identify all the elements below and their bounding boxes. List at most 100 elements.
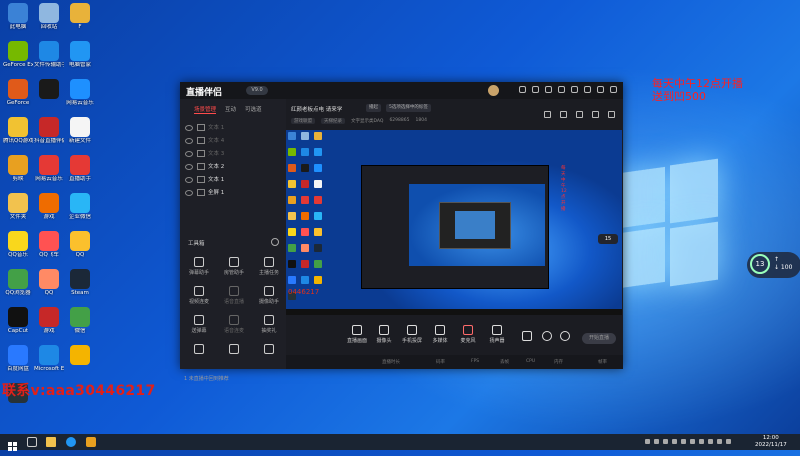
tab-interaction[interactable]: 互动 <box>225 105 236 114</box>
tool-item[interactable] <box>254 344 284 356</box>
btn-media[interactable]: 多媒体 <box>425 325 455 344</box>
btn-screen[interactable]: 直播画面 <box>342 325 372 344</box>
room-title[interactable]: 红颜老板点电 请来学 <box>291 105 342 113</box>
desktop-icon[interactable]: 直播助手 <box>65 155 95 183</box>
scene-item[interactable]: 文本 2 <box>185 162 281 173</box>
eye-icon[interactable] <box>185 189 193 196</box>
tray-icon[interactable] <box>672 439 677 444</box>
tray-icon[interactable] <box>708 439 713 444</box>
room-chip-1[interactable]: 播起 <box>366 104 381 112</box>
tab-scenes[interactable]: 场景管理 <box>194 105 217 114</box>
btn-camera[interactable]: 摄像头 <box>369 325 399 344</box>
btn-record[interactable] <box>522 331 532 341</box>
desktop-icon[interactable]: GeForce <box>3 79 33 107</box>
btn-mic[interactable]: 麦克风 <box>453 325 483 344</box>
settings-icon[interactable] <box>592 111 599 118</box>
tool-item[interactable]: 视频连麦 <box>184 286 214 305</box>
btn-stats[interactable] <box>542 331 552 341</box>
desktop-icon[interactable]: 游戏 <box>34 193 64 221</box>
btn-phone[interactable]: 手机投屏 <box>397 325 427 344</box>
desktop-icon[interactable] <box>65 345 95 366</box>
desktop-icon[interactable]: 此电脑 <box>3 3 33 31</box>
scene-item[interactable]: 全屏 1 <box>185 188 281 199</box>
tool-item[interactable]: 摄像助手 <box>254 286 284 305</box>
desktop-icon[interactable]: 电脑管家 <box>65 41 95 69</box>
tool-item[interactable] <box>219 344 249 356</box>
desktop-icon[interactable]: Microsoft Edge <box>34 345 64 373</box>
meta-rank[interactable]: 天梯纪录 <box>321 118 345 124</box>
tool-item[interactable]: 主播任务 <box>254 257 284 276</box>
desktop-icon[interactable]: QQ音乐 <box>3 231 33 259</box>
menu-icon[interactable] <box>571 86 578 93</box>
gift-icon[interactable] <box>545 86 552 93</box>
tray-icon[interactable] <box>645 439 650 444</box>
desktop-icon[interactable]: 文件夹 <box>3 193 33 221</box>
edge-icon[interactable] <box>66 437 76 447</box>
tray-icon[interactable] <box>654 439 659 444</box>
desktop-icon[interactable]: 百度网盘 <box>3 345 33 373</box>
tool-item[interactable]: 语音直播 <box>219 286 249 305</box>
maximize-icon[interactable] <box>597 86 604 93</box>
scene-item[interactable]: 文本 3 <box>185 149 281 160</box>
tab-options[interactable]: 可选道 <box>245 105 262 114</box>
tray-icon[interactable] <box>690 439 695 444</box>
live-app-taskbar-icon[interactable] <box>86 437 96 447</box>
desktop-icon[interactable]: 抖音直播伴侣 <box>34 117 64 145</box>
desktop-icon[interactable]: 微信 <box>65 307 95 335</box>
desktop-icon[interactable]: 企业微信 <box>65 193 95 221</box>
eye-icon[interactable] <box>185 137 193 144</box>
tool-item[interactable] <box>184 344 214 356</box>
bottom-note[interactable]: 1 未直播中回到推荐 <box>184 375 229 382</box>
tool-item[interactable]: 房管助手 <box>219 257 249 276</box>
file-explorer-icon[interactable] <box>46 437 56 447</box>
stream-preview[interactable]: 每天中午12点开播 0446217 15 <box>286 130 622 315</box>
tray-icon[interactable] <box>681 439 686 444</box>
desktop-icon[interactable]: GeForce Experience <box>3 41 33 69</box>
desktop-icon[interactable]: 腾讯QQ游戏 <box>3 117 33 145</box>
btn-speaker[interactable]: 扬声器 <box>482 325 512 344</box>
desktop-icon[interactable]: 网易云音乐 <box>65 79 95 107</box>
desktop-icon[interactable]: QQ飞车 <box>34 231 64 259</box>
desktop-icon[interactable]: 新建文件 <box>65 117 95 145</box>
taskbar-clock[interactable]: 12:00 2022/11/17 <box>755 435 787 449</box>
btn-settings[interactable] <box>560 331 570 341</box>
scene-item[interactable]: 文本 1 <box>185 175 281 186</box>
desktop-icon[interactable]: QQ浏览器 <box>3 269 33 297</box>
tool-item[interactable]: 抽奖礼 <box>254 315 284 334</box>
tool-item[interactable]: 送弹幕 <box>184 315 214 334</box>
eye-icon[interactable] <box>185 163 193 170</box>
start-button[interactable] <box>8 437 18 451</box>
layout-icon[interactable] <box>576 111 583 118</box>
clear-icon[interactable] <box>544 111 551 118</box>
settings-icon[interactable] <box>558 86 565 93</box>
user-avatar[interactable] <box>488 85 499 96</box>
desktop-icon[interactable]: 文件传输助手 <box>34 41 64 69</box>
tool-item[interactable]: 语音连麦 <box>219 315 249 334</box>
tray-icon[interactable] <box>717 439 722 444</box>
tray-icon[interactable] <box>726 439 731 444</box>
scene-item[interactable]: 文本 4 <box>185 136 281 147</box>
window-icon[interactable] <box>560 111 567 118</box>
eye-icon[interactable] <box>185 150 193 157</box>
desktop-icon[interactable]: 网易云音乐 <box>34 155 64 183</box>
help-icon[interactable] <box>271 238 279 246</box>
share-icon[interactable] <box>608 111 615 118</box>
eye-icon[interactable] <box>185 176 193 183</box>
minimize-icon[interactable] <box>584 86 591 93</box>
desktop-icon[interactable]: F <box>65 3 95 31</box>
close-icon[interactable] <box>610 86 617 93</box>
desktop-icon[interactable]: 剪映 <box>3 155 33 183</box>
scene-item[interactable]: 文本 1 <box>185 123 281 134</box>
task-view-icon[interactable] <box>27 437 37 447</box>
eye-icon[interactable] <box>185 124 193 131</box>
desktop-icon[interactable]: 游戏 <box>34 307 64 335</box>
desktop-icon[interactable]: CapCut <box>3 307 33 335</box>
tray-icon[interactable] <box>663 439 668 444</box>
headset-icon[interactable] <box>519 86 526 93</box>
meta-category[interactable]: 游戏联盟 <box>291 118 315 124</box>
desktop-icon[interactable]: QQ <box>34 269 64 297</box>
mail-icon[interactable] <box>532 86 539 93</box>
room-chip-2[interactable]: 5选项选择中的标签 <box>386 104 431 112</box>
desktop-icon[interactable]: QQ <box>65 231 95 259</box>
start-live-button[interactable]: 开始直播 <box>582 333 616 344</box>
